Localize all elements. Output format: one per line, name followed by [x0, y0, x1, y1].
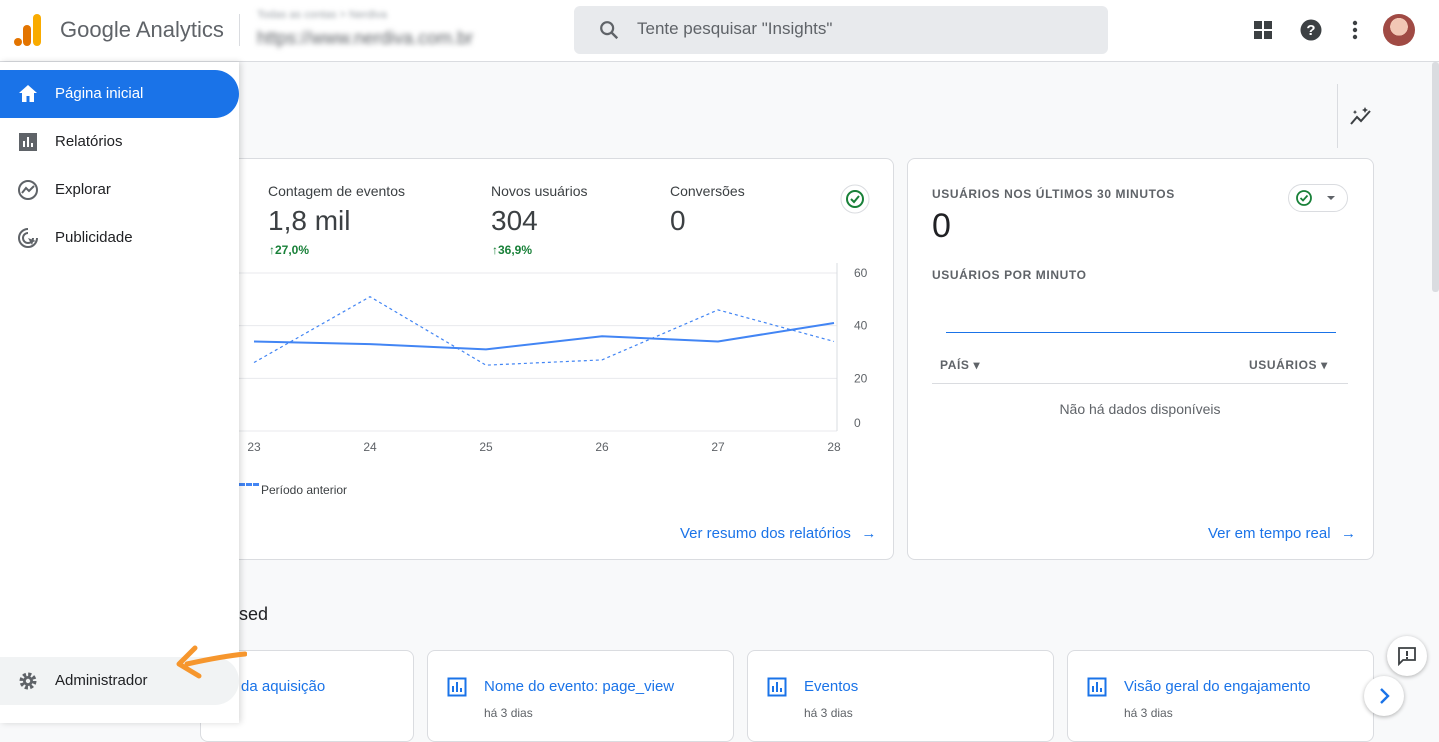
recent-card-time: há 3 dias [484, 706, 533, 720]
sidebar-item-reports[interactable]: Relatórios [0, 118, 239, 166]
section-heading-recent: sed [239, 604, 269, 624]
recent-card-time: há 3 dias [804, 706, 853, 720]
report-icon [447, 677, 467, 697]
sidebar-item-home[interactable]: Página inicial [0, 70, 239, 118]
view-realtime-link[interactable]: Ver em tempo real → [1208, 525, 1356, 543]
sidebar-item-label: Relatórios [55, 133, 123, 150]
view-reports-link[interactable]: Ver resumo dos relatórios → [680, 525, 876, 543]
help-icon[interactable]: ? [1299, 18, 1323, 42]
top-bar: Google Analytics Todas as contas > Nerdi… [0, 0, 1439, 62]
x-tick-label: 28 [827, 440, 841, 454]
x-tick-label: 26 [595, 440, 609, 454]
divider [239, 14, 240, 46]
chevron-right-icon [1380, 688, 1390, 704]
x-tick-label: 25 [479, 440, 493, 454]
arrow-right-icon: → [1341, 525, 1357, 542]
divider [1337, 84, 1338, 148]
sidebar-item-label: Administrador [55, 672, 148, 689]
metric-value-conversions: 0 [670, 205, 686, 236]
sidebar: Página inicial Relatórios Explorar Publi… [0, 62, 239, 723]
y-tick-label: 40 [854, 319, 868, 333]
metric-label-conversions: Conversões [670, 183, 745, 199]
metric-value-new-users: 304 [491, 205, 538, 236]
recent-card-title[interactable]: Visão geral do engajamento [1124, 678, 1311, 695]
y-tick-label: 60 [854, 266, 868, 280]
apps-grid-icon[interactable] [1251, 18, 1275, 42]
sort-arrow-icon: ▾ [1321, 358, 1328, 372]
feedback-button[interactable] [1387, 636, 1427, 676]
y-tick-label: 20 [854, 371, 868, 385]
metric-change-new-users: ↑36,9% [492, 243, 533, 257]
recent-card[interactable]: Eventos há 3 dias [747, 650, 1054, 742]
x-tick-label: 27 [711, 440, 725, 454]
metric-change-events: ↑27,0% [269, 243, 310, 257]
recent-card-title[interactable]: da aquisição [241, 678, 325, 695]
brand-name[interactable]: Google Analytics [60, 17, 224, 43]
col-header-users[interactable]: USUÁRIOS ▾ [1249, 358, 1328, 372]
realtime-title: USUÁRIOS NOS ÚLTIMOS 30 MINUTOS [932, 187, 1175, 201]
annotation-arrow-icon [176, 645, 247, 679]
feedback-icon [1398, 647, 1416, 666]
per-minute-bars [946, 332, 1336, 333]
overview-card: Contagem de eventos 1,8 mil ↑27,0% Novos… [200, 158, 894, 560]
metric-label-new-users: Novos usuários [491, 183, 588, 199]
realtime-value: 0 [932, 207, 951, 245]
arrow-right-icon: → [861, 525, 877, 542]
analytics-logo-icon[interactable] [14, 14, 42, 46]
carousel-next-button[interactable] [1364, 676, 1404, 716]
svg-text:?: ? [1306, 22, 1315, 39]
legend-label-previous: Período anterior [261, 483, 348, 497]
sidebar-item-label: Publicidade [55, 229, 133, 246]
check-circle-icon [1296, 190, 1312, 206]
search-input[interactable]: Tente pesquisar "Insights" [637, 19, 832, 39]
comparison-dropdown[interactable] [1288, 184, 1348, 212]
chevron-down-icon [1327, 196, 1335, 200]
check-circle-icon[interactable] [840, 184, 870, 214]
report-icon [767, 677, 787, 697]
insights-icon[interactable] [1349, 104, 1373, 128]
account-path[interactable]: Todas as contas > Nerdiva [257, 9, 387, 21]
search-box[interactable]: Tente pesquisar "Insights" [574, 6, 1108, 54]
sort-arrow-icon: ▾ [973, 358, 981, 372]
realtime-card: USUÁRIOS NOS ÚLTIMOS 30 MINUTOS 0 USUÁRI… [907, 158, 1374, 560]
x-tick-label: 23 [247, 440, 261, 454]
explore-icon [18, 180, 38, 200]
sidebar-item-label: Explorar [55, 181, 111, 198]
legend-swatch-previous [239, 483, 259, 488]
metric-value-events: 1,8 mil [268, 205, 351, 236]
y-tick-label: 0 [854, 416, 861, 430]
x-tick-label: 24 [363, 440, 377, 454]
property-selector[interactable]: https://www.nerdiva.com.br [257, 28, 473, 49]
sidebar-item-advertising[interactable]: Publicidade [0, 214, 239, 262]
line-chart: 0 20 40 60 23 24 25 26 27 28 [201, 263, 868, 454]
recent-card-title[interactable]: Eventos [804, 678, 858, 695]
search-icon [600, 21, 619, 40]
avatar[interactable] [1383, 14, 1415, 46]
col-header-country[interactable]: PAÍS ▾ [940, 358, 980, 372]
scrollbar[interactable] [1432, 62, 1439, 292]
metric-label-events: Contagem de eventos [268, 183, 405, 199]
gear-icon [19, 672, 37, 690]
recent-card-title[interactable]: Nome do evento: page_view [484, 678, 674, 695]
home-icon [19, 85, 37, 102]
sidebar-item-explore[interactable]: Explorar [0, 166, 239, 214]
advertising-icon [18, 228, 38, 248]
recent-card[interactable]: Visão geral do engajamento há 3 dias [1067, 650, 1374, 742]
bar-chart-icon [19, 133, 37, 151]
no-data-message: Não há dados disponíveis [1059, 401, 1221, 417]
sidebar-item-label: Página inicial [55, 85, 144, 102]
series-line-previous [253, 296, 835, 366]
report-icon [1087, 677, 1107, 697]
series-line-current [253, 322, 835, 351]
divider [932, 383, 1348, 384]
recent-card-time: há 3 dias [1124, 706, 1173, 720]
more-vert-icon[interactable] [1343, 18, 1367, 42]
recent-card[interactable]: Nome do evento: page_view há 3 dias [427, 650, 734, 742]
per-minute-label: USUÁRIOS POR MINUTO [932, 268, 1087, 282]
